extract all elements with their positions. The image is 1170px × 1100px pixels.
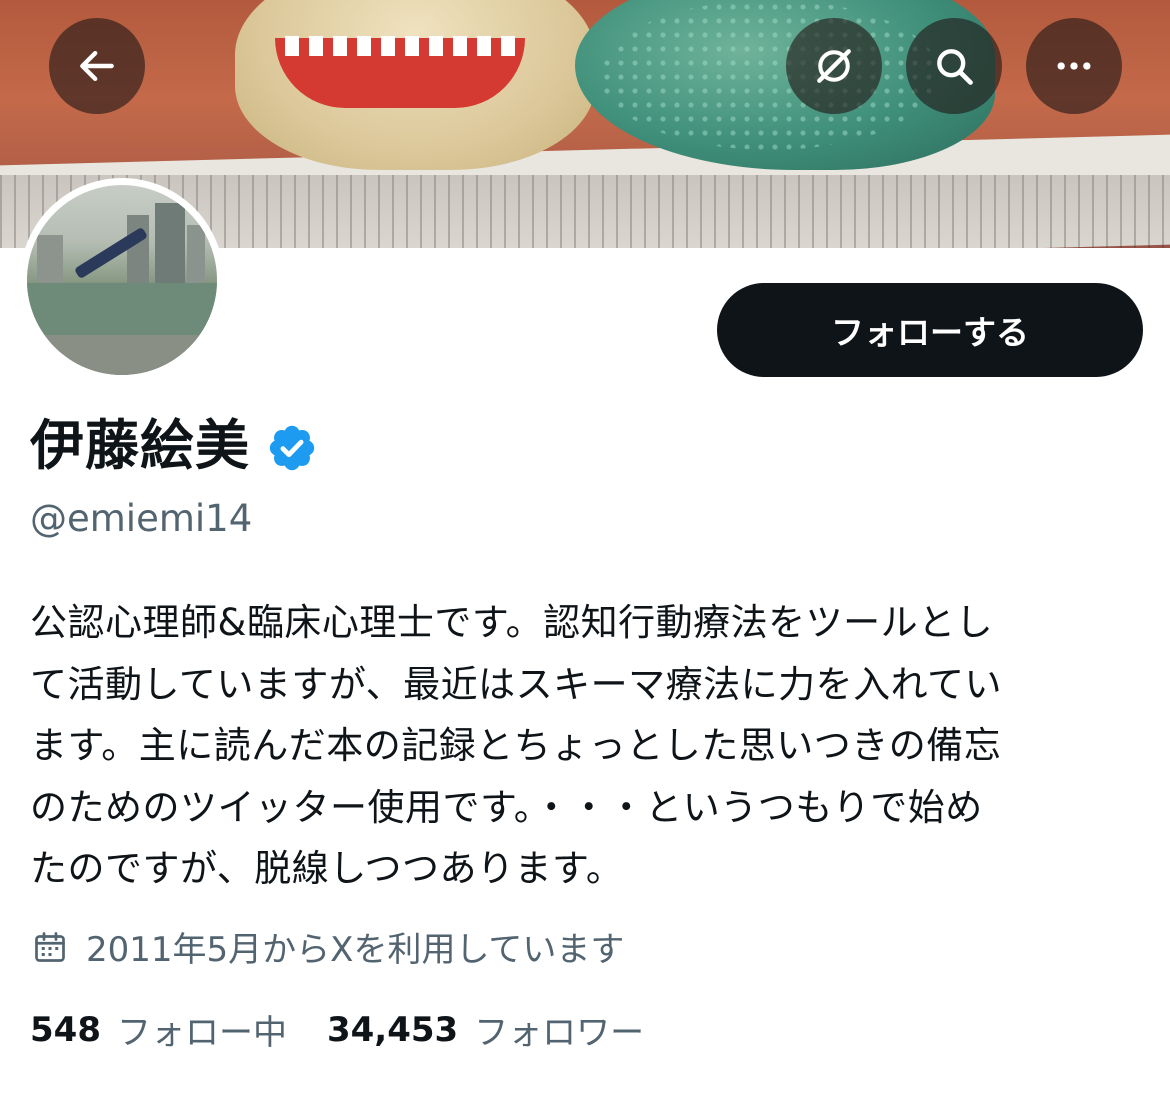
more-button[interactable] (1026, 18, 1122, 114)
following-count: 548 (30, 1009, 101, 1050)
bio-line: ます。主に読んだ本の記録とちょっとした思いつきの備忘 (30, 724, 1002, 767)
followers-link[interactable]: 34,453 フォロワー (327, 1005, 644, 1054)
bio-line: 公認心理師&臨床心理士です。認知行動療法をツールとし (30, 601, 994, 644)
follow-button[interactable]: フォローする (717, 283, 1143, 377)
avatar-image (27, 185, 217, 375)
bio-line: たのですが、脱線しつつあります。 (30, 847, 624, 890)
arrow-left-icon (80, 50, 114, 82)
bio-line: て活動していますが、最近はスキーマ療法に力を入れてい (30, 662, 1003, 706)
calendar-icon (35, 931, 65, 962)
back-button[interactable] (49, 18, 145, 114)
avatar-building (187, 225, 205, 285)
profile-name: 伊藤絵美 (30, 414, 250, 477)
avatar-building (37, 235, 63, 285)
followers-label: フォロワー (474, 1013, 645, 1053)
search-button[interactable] (906, 18, 1002, 114)
profile-handle: @emiemi14 (30, 497, 253, 540)
banner-plush-shark (235, 0, 595, 170)
follow-stats: 548 フォロー中 34,453 フォロワー (30, 1005, 644, 1054)
bio-line: のためのツイッター使用です。・・・というつもりで始め (30, 785, 983, 829)
following-link[interactable]: 548 フォロー中 (30, 1005, 287, 1054)
followers-count: 34,453 (326, 1009, 459, 1050)
more-horizontal-icon (1057, 62, 1091, 70)
avatar-building (155, 203, 185, 285)
plush-teeth (285, 36, 515, 56)
profile-name-row: 伊藤絵美 (30, 408, 318, 484)
grok-button[interactable] (786, 18, 882, 114)
joined-text: 2011年5月からXを利用しています (86, 930, 625, 970)
banner-plush-pattern (600, 0, 940, 150)
profile-bio: 公認心理師&臨床心理士です。認知行動療法をツールとし て活動していますが、最近は… (30, 592, 1140, 900)
joined-date: 2011年5月からXを利用しています (32, 922, 624, 971)
avatar-building (127, 215, 149, 285)
avatar[interactable] (20, 178, 224, 382)
verified-badge-icon[interactable] (266, 422, 318, 474)
avatar-ground (27, 335, 217, 375)
grok-slash-icon (817, 49, 851, 83)
search-icon (937, 49, 973, 85)
following-label: フォロー中 (116, 1013, 287, 1053)
